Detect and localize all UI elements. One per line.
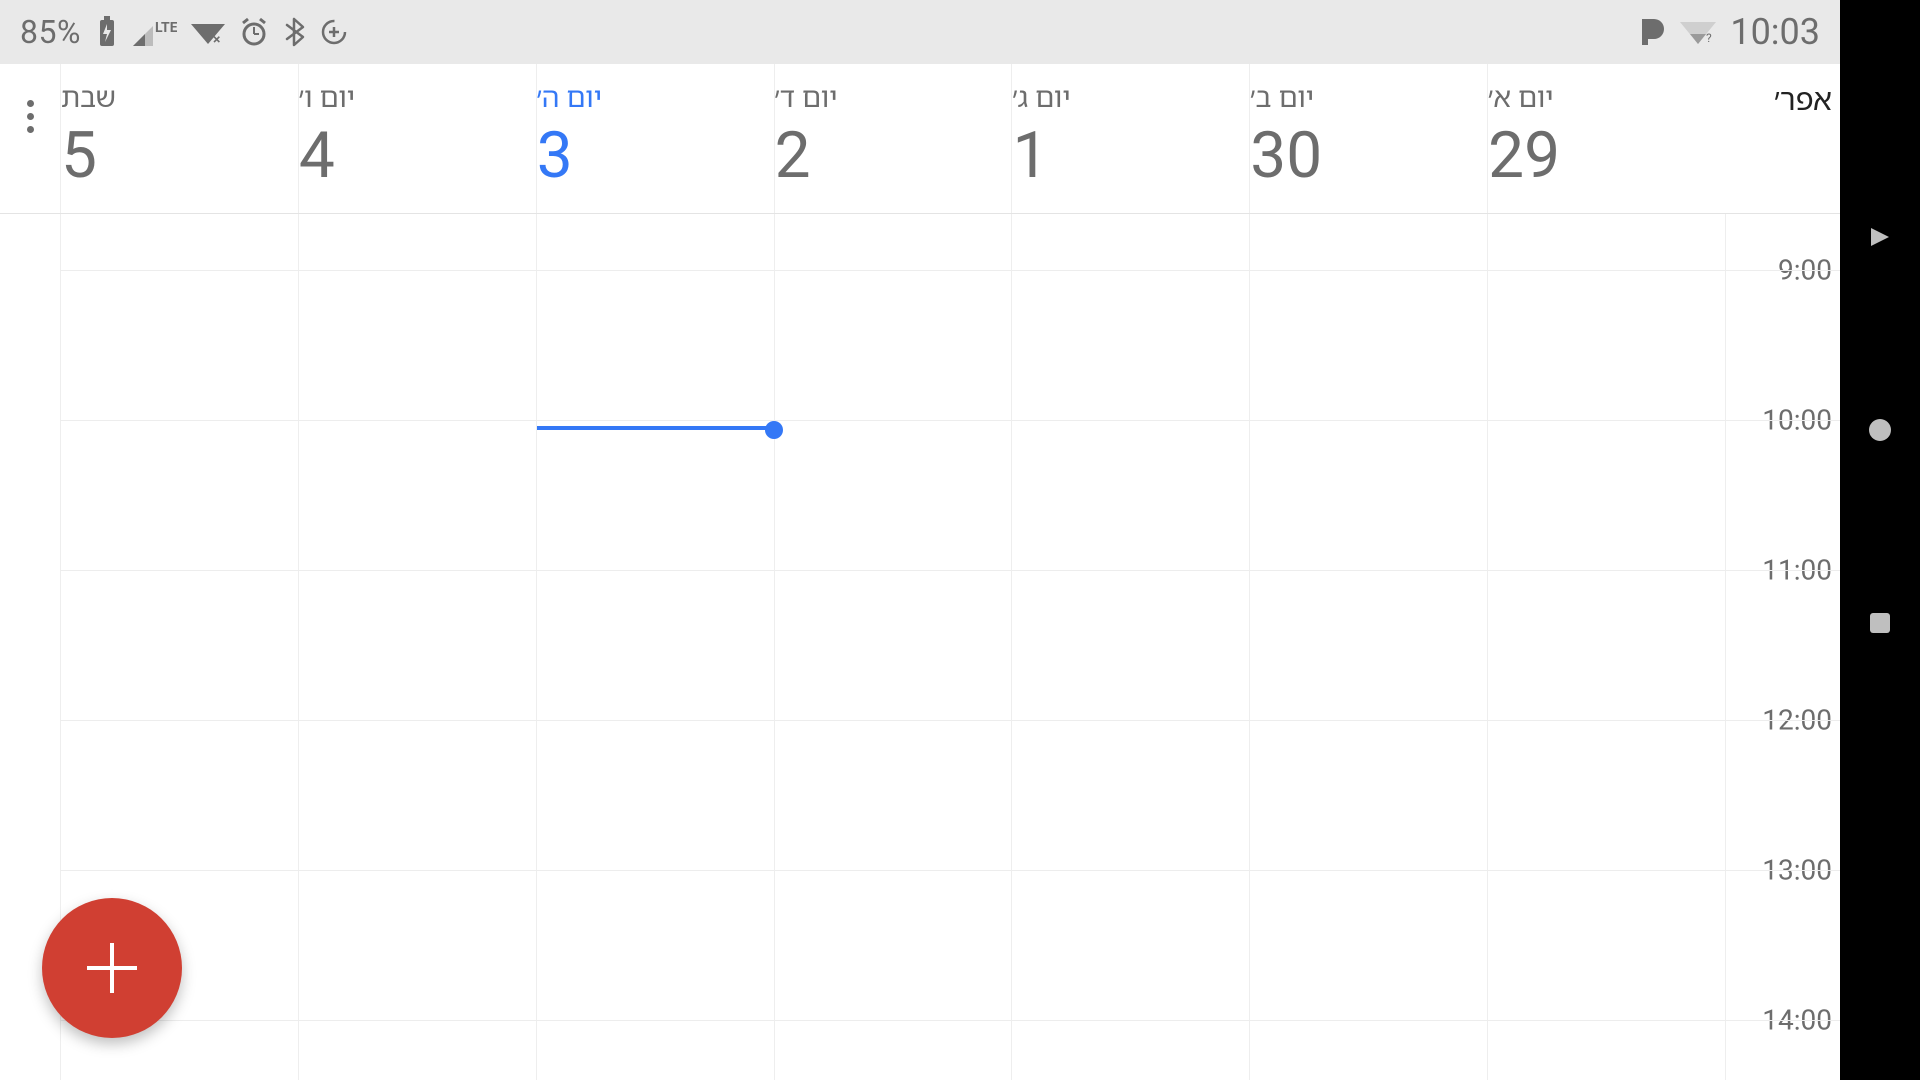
nav-back-button[interactable] [1862,219,1898,255]
svg-text:?: ? [1706,31,1712,45]
status-bar-right: ? 10:03 [1638,11,1820,53]
day-number: 30 [1250,124,1322,188]
svg-text:×: × [213,32,220,46]
wifi-no-internet-icon: × [191,18,225,46]
cellular-lte-icon: LTE [133,18,177,46]
svg-text:LTE: LTE [155,20,177,36]
day-name: שבת [61,78,116,116]
day-header-sun[interactable]: יום א׳ 29 [1487,64,1725,213]
day-header-thu[interactable]: יום ה׳ 3 [536,64,774,213]
wifi-weak-icon: ? [1680,18,1716,46]
day-name: יום ב׳ [1250,78,1314,116]
status-bar-left: 85% LTE × [20,13,349,51]
day-number: 2 [775,124,811,188]
alarm-icon [239,17,269,47]
day-header-sat[interactable]: שבת 5 [60,64,298,213]
pandora-app-icon [1638,17,1666,47]
day-number: 3 [537,124,573,188]
kebab-icon [27,100,34,133]
month-label[interactable]: אפר׳ [1725,64,1840,213]
day-header-fri[interactable]: יום ו׳ 4 [298,64,536,213]
day-header-mon[interactable]: יום ב׳ 30 [1249,64,1487,213]
device-screen: 85% LTE × ? [0,0,1840,1080]
battery-charging-icon [95,16,119,48]
system-nav-bar [1840,0,1920,1080]
status-clock: 10:03 [1730,11,1820,53]
day-number: 1 [1012,124,1048,188]
day-name: יום ו׳ [299,78,355,116]
status-bar: 85% LTE × ? [0,0,1840,64]
day-name: יום א׳ [1488,78,1553,116]
data-saver-icon [319,17,349,47]
day-name: יום ג׳ [1012,78,1070,116]
day-number: 29 [1488,124,1560,188]
nav-recents-button[interactable] [1862,605,1898,641]
calendar-header: אפר׳ יום א׳ 29 יום ב׳ 30 יום ג׳ 1 יום ד׳… [0,64,1840,214]
day-number: 4 [299,124,335,188]
time-grid[interactable]: 9:0010:0011:0012:0013:0014:00 [0,214,1840,1080]
day-name: יום ה׳ [537,78,602,116]
nav-home-button[interactable] [1862,412,1898,448]
bluetooth-icon [283,17,305,47]
day-number: 5 [61,124,97,188]
overflow-menu-button[interactable] [0,64,60,213]
day-header-tue[interactable]: יום ג׳ 1 [1011,64,1249,213]
day-name: יום ד׳ [775,78,838,116]
battery-percentage: 85% [20,13,81,51]
hour-lines [60,214,1840,1080]
day-header-wed[interactable]: יום ד׳ 2 [774,64,1012,213]
create-event-button[interactable] [42,898,182,1038]
